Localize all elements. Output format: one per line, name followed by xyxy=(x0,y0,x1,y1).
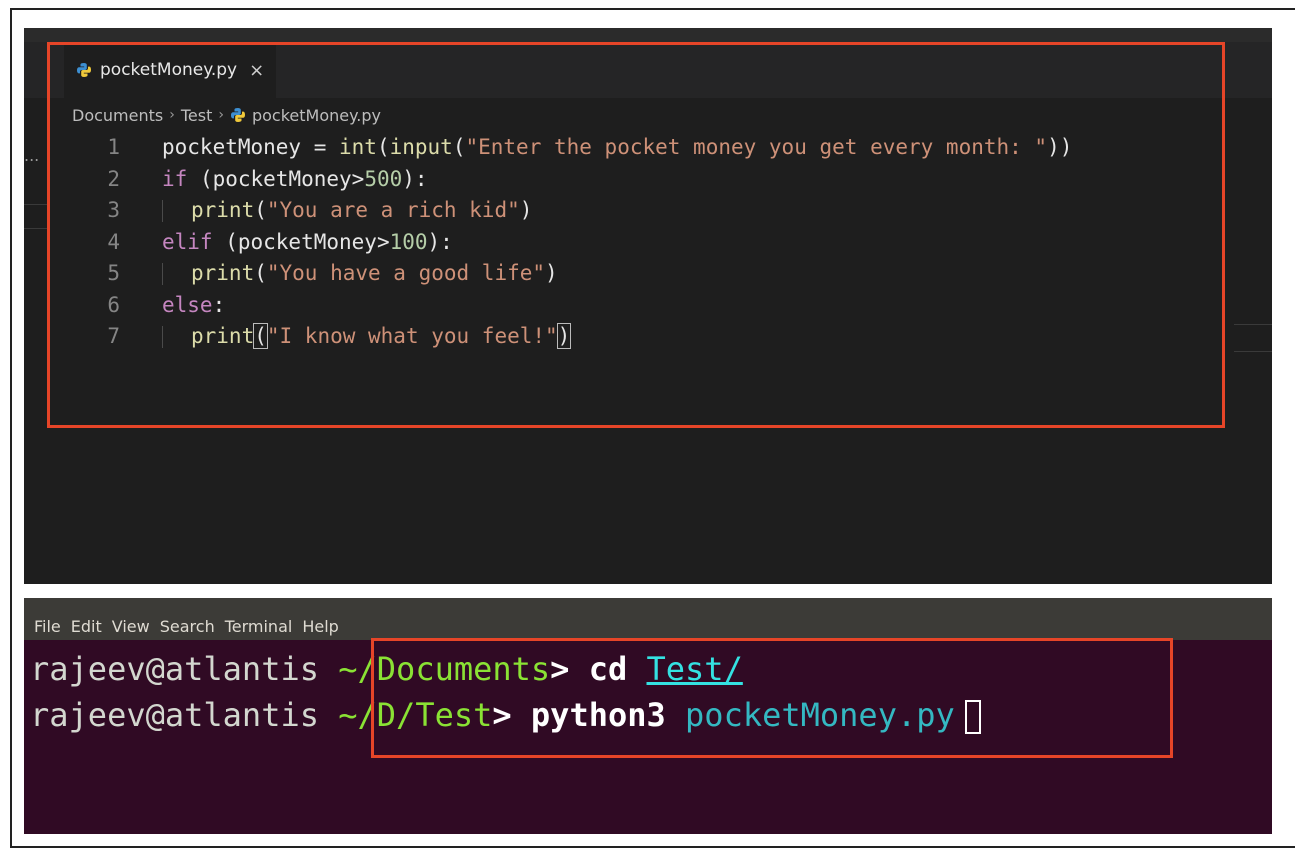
menu-search[interactable]: Search xyxy=(160,617,215,636)
menu-edit[interactable]: Edit xyxy=(71,617,102,636)
menu-view[interactable]: View xyxy=(112,617,150,636)
divider xyxy=(24,204,48,205)
menu-help[interactable]: Help xyxy=(302,617,338,636)
sidebar-overflow-icon[interactable]: ... xyxy=(24,146,39,165)
divider xyxy=(24,228,48,229)
divider xyxy=(1234,351,1272,352)
terminal-menubar: File Edit View Search Terminal Help xyxy=(24,598,1272,640)
highlight-box-terminal xyxy=(371,638,1173,758)
highlight-box-editor xyxy=(47,42,1225,428)
menu-terminal[interactable]: Terminal xyxy=(225,617,293,636)
editor-title-strip xyxy=(24,28,1272,42)
menu-file[interactable]: File xyxy=(34,617,61,636)
divider xyxy=(1234,324,1272,325)
terminal-user: rajeev@atlantis xyxy=(30,650,319,688)
terminal-user: rajeev@atlantis xyxy=(30,696,319,734)
